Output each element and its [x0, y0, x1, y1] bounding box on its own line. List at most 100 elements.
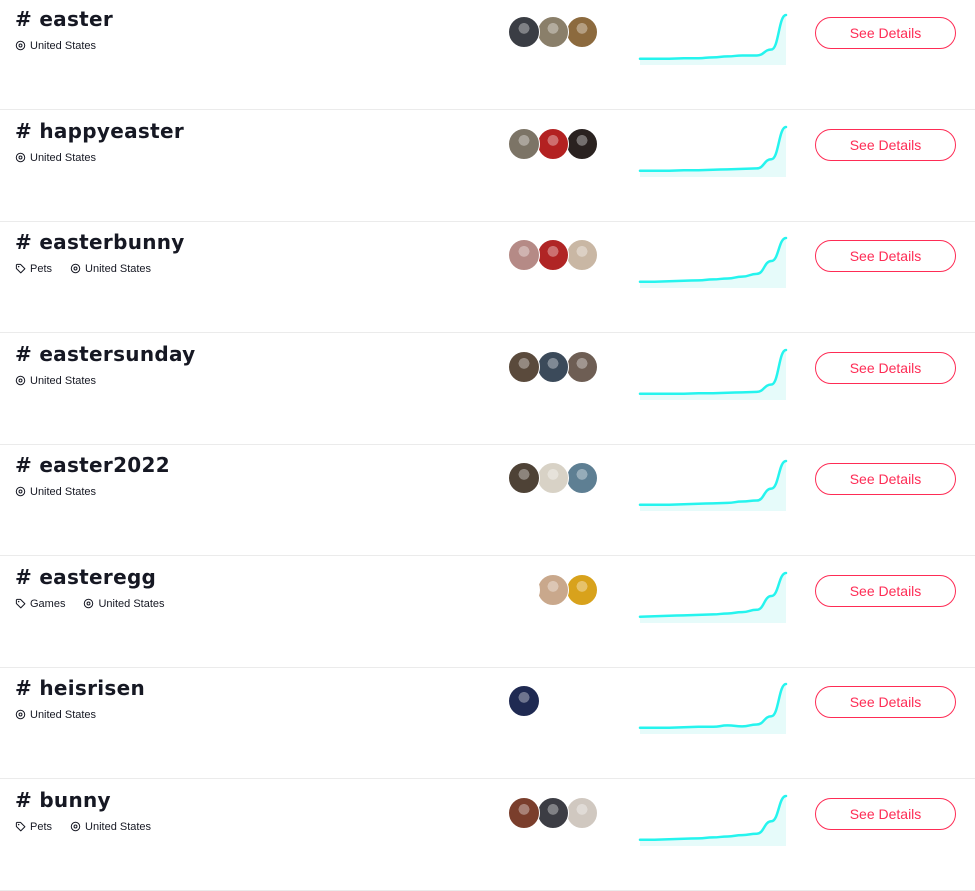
creator-avatars: [508, 239, 618, 273]
see-details-button[interactable]: See Details: [815, 797, 956, 830]
see-details-button[interactable]: See Details: [815, 463, 956, 495]
location-icon: [15, 40, 30, 52]
avatar[interactable]: [508, 239, 540, 271]
avatar[interactable]: [537, 16, 569, 48]
trend-sparkline: [638, 13, 788, 65]
hashtag-meta: Games United States: [15, 598, 183, 610]
hashtag-row: # easteregg Games United States See Details: [0, 558, 975, 668]
meta-text: Pets: [30, 820, 53, 833]
avatar[interactable]: [566, 239, 598, 271]
industry-label: Pets: [15, 821, 52, 833]
location-icon: [70, 263, 85, 275]
location-icon: [15, 486, 30, 498]
see-details-button[interactable]: See Details: [815, 351, 956, 384]
hashtag-row: # easterbunny Pets United States See Detail…: [0, 223, 975, 333]
country-label: United States: [15, 486, 96, 498]
see-details-button[interactable]: See Details: [815, 128, 956, 161]
country-label: United States: [70, 821, 151, 833]
meta-text: United States: [30, 486, 97, 498]
creator-avatars: [508, 796, 618, 831]
meta-text: Pets: [30, 263, 53, 275]
avatar[interactable]: [508, 350, 540, 383]
hashtag-title: # easter: [15, 7, 114, 31]
trend-line: [638, 13, 788, 60]
tag-icon: [15, 598, 30, 610]
avatar[interactable]: [537, 796, 569, 829]
meta-text: United States: [30, 374, 97, 387]
meta-text: Games: [30, 597, 66, 610]
avatar[interactable]: [537, 127, 569, 160]
avatar[interactable]: [508, 16, 540, 48]
creator-avatars: [508, 127, 618, 162]
creator-avatars: [508, 462, 618, 496]
trend-line: [638, 348, 788, 395]
country-label: United States: [15, 709, 96, 721]
avatar[interactable]: [566, 127, 598, 160]
see-details-button[interactable]: See Details: [815, 686, 956, 718]
avatar[interactable]: [566, 462, 598, 494]
avatar[interactable]: [537, 350, 569, 383]
meta-text: United States: [85, 263, 152, 275]
hashtag-row: # easter2022 United States See Details: [0, 446, 975, 556]
industry-label: Games: [15, 598, 65, 610]
hashtag-meta: United States: [15, 40, 114, 52]
meta-text: United States: [30, 40, 97, 52]
avatar[interactable]: [508, 796, 540, 829]
hashtag-meta: United States: [15, 486, 114, 498]
tag-icon: [15, 263, 30, 275]
avatar[interactable]: [508, 462, 540, 494]
location-icon: [15, 375, 30, 387]
see-details-button[interactable]: See Details: [815, 240, 956, 272]
trend-line: [638, 682, 788, 729]
trend-line: [638, 125, 788, 172]
trend-sparkline: [638, 459, 788, 511]
country-label: United States: [15, 152, 96, 164]
avatar[interactable]: [566, 16, 598, 48]
hashtag-row: # eastersunday United States See Details: [0, 335, 975, 445]
see-details-button[interactable]: See Details: [815, 574, 956, 607]
location-icon: [15, 709, 30, 721]
hashtag-title: # bunny: [15, 787, 111, 812]
avatar[interactable]: [566, 796, 598, 829]
trend-sparkline: [638, 348, 788, 400]
avatar[interactable]: [566, 573, 598, 606]
location-icon: [15, 152, 30, 164]
hashtag-meta: Pets United States: [15, 263, 169, 275]
avatar[interactable]: [537, 239, 569, 271]
hashtag-title: # heisrisen: [15, 676, 146, 700]
hashtag-meta: United States: [15, 709, 114, 721]
see-details-button[interactable]: See Details: [815, 17, 956, 49]
location-icon: [83, 598, 98, 610]
hashtag-row: # happyeaster United States See Details: [0, 112, 975, 222]
hashtag-title: # happyeaster: [15, 118, 184, 143]
country-label: United States: [70, 263, 151, 275]
creator-avatars: [508, 350, 618, 385]
hashtag-meta: United States: [15, 375, 114, 387]
avatar[interactable]: [566, 350, 598, 383]
trend-sparkline: [638, 571, 788, 623]
meta-text: United States: [30, 709, 97, 721]
creator-avatars: [508, 16, 618, 50]
avatar[interactable]: [508, 685, 540, 717]
country-label: United States: [15, 375, 96, 387]
meta-text: United States: [30, 151, 97, 164]
hashtag-title: # eastersunday: [15, 341, 196, 366]
hashtag-row: # easter United States See Details: [0, 0, 975, 110]
hashtag-meta: Pets United States: [15, 821, 169, 833]
avatar[interactable]: [537, 462, 569, 494]
trend-sparkline: [638, 682, 788, 734]
creator-avatars: [508, 573, 618, 608]
meta-text: United States: [85, 820, 152, 833]
avatar[interactable]: [537, 573, 569, 606]
hashtag-row: # bunny Pets United States See Details: [0, 781, 975, 891]
hashtag-title: # easter2022: [15, 453, 170, 477]
tag-icon: [15, 821, 30, 833]
hashtag-title: # easteregg: [15, 564, 157, 589]
hashtag-meta: United States: [15, 152, 114, 164]
location-icon: [70, 821, 85, 833]
avatar[interactable]: [508, 573, 540, 606]
avatar[interactable]: [508, 127, 540, 160]
trend-sparkline: [638, 125, 788, 177]
country-label: United States: [15, 40, 96, 52]
creator-avatars: [508, 685, 618, 719]
